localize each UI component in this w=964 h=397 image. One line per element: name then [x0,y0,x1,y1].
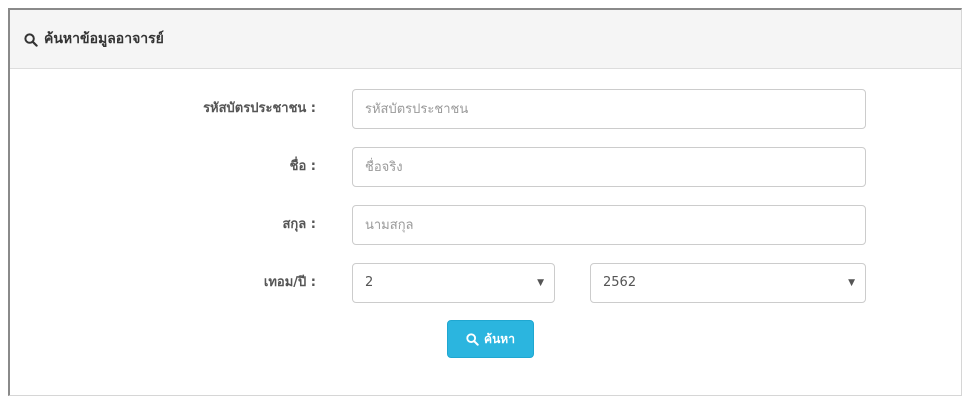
year-select-value: 2562 [603,275,637,290]
caret-down-icon: ▼ [537,278,544,288]
search-button-label: ค้นหา [484,331,515,346]
year-select[interactable]: 2562 ▼ [590,263,866,303]
form-row-term-year: เทอม/ปี : 2 ▼ 2562 ▼ [10,263,961,303]
panel-heading: ค้นหาข้อมูลอาจารย์ [10,10,961,69]
search-icon [24,32,38,47]
form-row-id-card: รหัสบัตรประชาชน : [10,89,961,129]
last-name-input[interactable] [352,205,866,245]
first-name-input[interactable] [352,147,866,187]
form-row-first-name: ชื่อ : [10,147,961,187]
search-icon [466,332,479,346]
id-card-input[interactable] [352,89,866,129]
form-row-last-name: สกุล : [10,205,961,245]
term-year-label: เทอม/ปี : [263,275,316,290]
caret-down-icon: ▼ [848,278,855,288]
panel-title: ค้นหาข้อมูลอาจารย์ [44,31,164,47]
search-panel: ค้นหาข้อมูลอาจารย์ รหัสบัตรประชาชน : ชื่… [8,8,962,396]
first-name-label: ชื่อ : [289,159,316,174]
last-name-label: สกุล : [282,217,317,232]
term-select[interactable]: 2 ▼ [352,263,555,303]
term-select-value: 2 [365,275,374,290]
id-card-label: รหัสบัตรประชาชน : [203,101,316,116]
search-button[interactable]: ค้นหา [447,320,534,358]
